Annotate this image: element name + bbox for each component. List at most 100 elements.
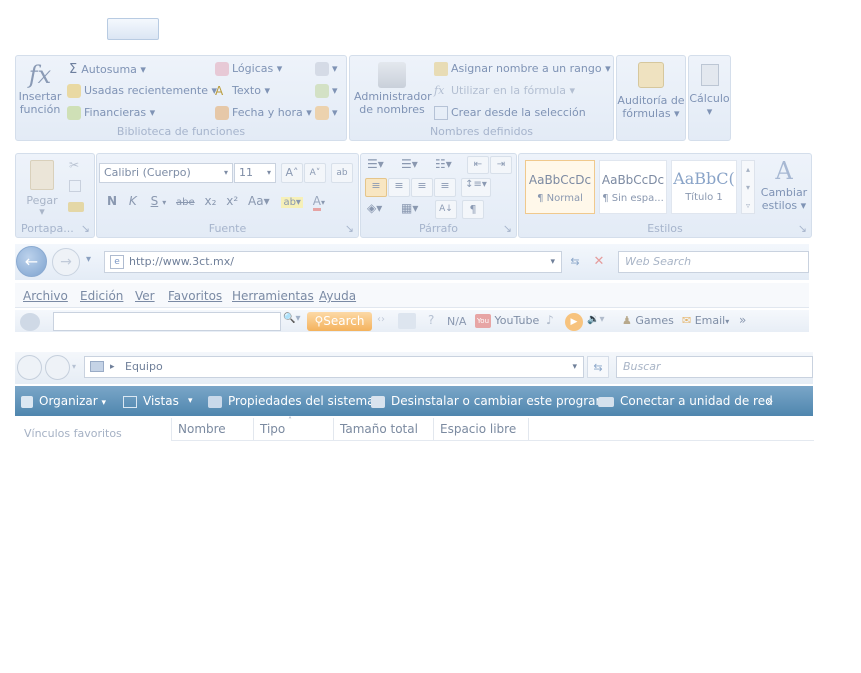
volume-icon[interactable]: 🔉▾	[587, 314, 604, 325]
web-search-input[interactable]: Web Search	[618, 251, 809, 273]
games-button[interactable]: ♟ Games	[622, 314, 674, 327]
stop-icon[interactable]: ✕	[588, 251, 610, 273]
italic-icon[interactable]: K	[129, 194, 137, 208]
datetime-functions-button[interactable]: Fecha y hora ▾	[215, 106, 312, 120]
increase-indent-icon[interactable]: ⇥	[490, 156, 512, 174]
font-name-box[interactable]: Calibri (Cuerpo) ▾	[99, 163, 233, 183]
search-options-icon[interactable]: 🔍▾	[283, 313, 300, 324]
format-painter-icon[interactable]	[68, 202, 84, 212]
align-center-icon[interactable]: ≡	[388, 178, 410, 197]
menu-ayuda[interactable]: Ayuda	[319, 289, 356, 303]
name-manager-button[interactable]: Administrador de nombres	[354, 62, 432, 116]
justify-icon[interactable]: ≡	[434, 178, 456, 197]
text-functions-button[interactable]: A Texto ▾	[215, 84, 270, 98]
insert-function-button[interactable]: fx Insertar función	[18, 60, 62, 122]
line-spacing-icon[interactable]: ↕≡▾	[461, 178, 491, 197]
grow-font-button[interactable]: A˄	[281, 163, 303, 183]
help-icon[interactable]: ?	[428, 313, 434, 327]
uninstall-button[interactable]: Desinstalar o cambiar este programa	[371, 386, 615, 416]
assign-name-button[interactable]: Asignar nombre a un rango ▾	[434, 62, 611, 76]
dialog-launcher-icon[interactable]: ↘	[503, 222, 512, 235]
dialog-launcher-icon[interactable]: ↘	[345, 222, 354, 235]
breadcrumb-equipo[interactable]: Equipo	[125, 360, 163, 373]
highlight-icon[interactable]: ab▾	[281, 197, 303, 208]
menu-edicion[interactable]: Edición	[80, 289, 123, 303]
forward-button[interactable]: →	[52, 248, 80, 276]
superscript-icon[interactable]: x²	[226, 194, 238, 208]
views-button[interactable]: Vistas	[123, 386, 179, 416]
refresh-icon[interactable]: ⇆	[565, 251, 585, 273]
bold-icon[interactable]: N	[107, 194, 117, 208]
tools-icon[interactable]	[398, 313, 416, 329]
history-dropdown[interactable]: ▾	[86, 254, 91, 265]
views-dropdown-icon[interactable]: ▾	[188, 386, 193, 416]
menu-ver[interactable]: Ver	[135, 289, 155, 303]
chevron-down-icon[interactable]: ▾	[572, 357, 577, 377]
menu-archivo[interactable]: Archivo	[23, 289, 68, 303]
toolbar-search-button[interactable]: ⚲Search	[307, 312, 372, 331]
history-dropdown[interactable]: ▾	[72, 362, 76, 371]
styles-scroll[interactable]: ▴ ▾ ▿	[741, 160, 755, 214]
borders-icon[interactable]: ▦▾	[401, 201, 418, 215]
refresh-icon[interactable]: ⇆	[587, 356, 609, 378]
align-left-icon[interactable]: ≡	[365, 178, 387, 197]
calculation-group[interactable]: Cálculo ▾	[688, 55, 731, 141]
explorer-address-bar[interactable]: ▸ Equipo ▾	[84, 356, 584, 378]
align-right-icon[interactable]: ≡	[411, 178, 433, 197]
subscript-icon[interactable]: x₂	[205, 194, 217, 208]
decrease-indent-icon[interactable]: ⇤	[467, 156, 489, 174]
column-tamano-total[interactable]: Tamaño total	[334, 418, 434, 440]
font-size-box[interactable]: 11 ▾	[234, 163, 276, 183]
sort-icon[interactable]: A↓	[435, 200, 457, 219]
chevron-down-icon[interactable]: ▾	[550, 252, 555, 272]
more-commands-icon[interactable]: »	[766, 386, 773, 416]
copy-icon[interactable]	[69, 180, 81, 192]
more-functions-button[interactable]: ▾	[315, 106, 338, 120]
column-espacio-libre[interactable]: Espacio libre	[434, 418, 529, 440]
organize-button[interactable]: Organizar ▾	[21, 386, 106, 416]
menu-herramientas[interactable]: Herramientas	[232, 289, 314, 303]
style-heading-1[interactable]: AaBbC( Título 1	[671, 160, 737, 214]
dialog-launcher-icon[interactable]: ↘	[81, 222, 90, 235]
strikethrough-icon[interactable]: abe	[176, 197, 195, 208]
recent-functions-button[interactable]: Usadas recientemente ▾	[67, 84, 217, 98]
back-button[interactable]: ←	[16, 246, 47, 277]
forward-button[interactable]	[45, 355, 70, 380]
scissors-icon[interactable]: ✂	[69, 158, 79, 172]
create-from-selection-button[interactable]: Crear desde la selección	[434, 106, 586, 120]
paste-button[interactable]: Pegar ▾	[20, 158, 64, 217]
logical-functions-button[interactable]: Lógicas ▾	[215, 62, 282, 76]
financial-functions-button[interactable]: Financieras ▾	[67, 106, 155, 120]
underline-icon[interactable]: S	[151, 194, 159, 208]
breadcrumb-separator-icon[interactable]: ▸	[110, 357, 115, 377]
style-no-spacing[interactable]: AaBbCcDc ¶ Sin espa...	[599, 160, 667, 214]
font-color-icon[interactable]: A	[312, 194, 321, 211]
shrink-font-button[interactable]: A˅	[304, 163, 326, 183]
email-button[interactable]: ✉ Email▾	[682, 314, 729, 327]
lookup-functions-button[interactable]: ▾	[315, 62, 338, 76]
multilevel-list-icon[interactable]: ☷▾	[435, 157, 452, 171]
bullets-icon[interactable]: ☰▾	[367, 157, 384, 171]
use-in-formula-button[interactable]: fx Utilizar en la fórmula ▾	[434, 84, 575, 98]
play-icon[interactable]: ▶	[565, 313, 583, 331]
change-case-icon[interactable]: Aa▾	[248, 194, 270, 208]
math-functions-button[interactable]: ▾	[315, 84, 338, 98]
formula-auditing-group[interactable]: Auditoría de fórmulas ▾	[616, 55, 686, 141]
more-tools-icon[interactable]: »	[739, 313, 746, 327]
pilcrow-icon[interactable]: ¶	[462, 200, 484, 219]
column-nombre[interactable]: Nombre	[172, 418, 254, 440]
clear-format-icon[interactable]: ab	[331, 163, 353, 183]
explorer-search-input[interactable]: Buscar	[616, 356, 813, 378]
music-icon[interactable]: ♪	[546, 313, 554, 327]
top-button[interactable]	[107, 18, 159, 40]
column-tipo[interactable]: Tipo ˄	[254, 416, 334, 440]
map-drive-button[interactable]: Conectar a unidad de red	[598, 386, 773, 416]
change-styles-button[interactable]: A Cambiar estilos ▾	[759, 156, 809, 212]
address-bar[interactable]: e http://www.3ct.mx/ ▾	[104, 251, 562, 273]
back-button[interactable]	[17, 355, 42, 380]
shading-icon[interactable]: ◈▾	[367, 201, 382, 215]
youtube-button[interactable]: You YouTube	[475, 314, 539, 328]
numbering-icon[interactable]: ☰▾	[401, 157, 418, 171]
style-normal[interactable]: AaBbCcDc ¶ Normal	[525, 160, 595, 214]
menu-favoritos[interactable]: Favoritos	[168, 289, 222, 303]
